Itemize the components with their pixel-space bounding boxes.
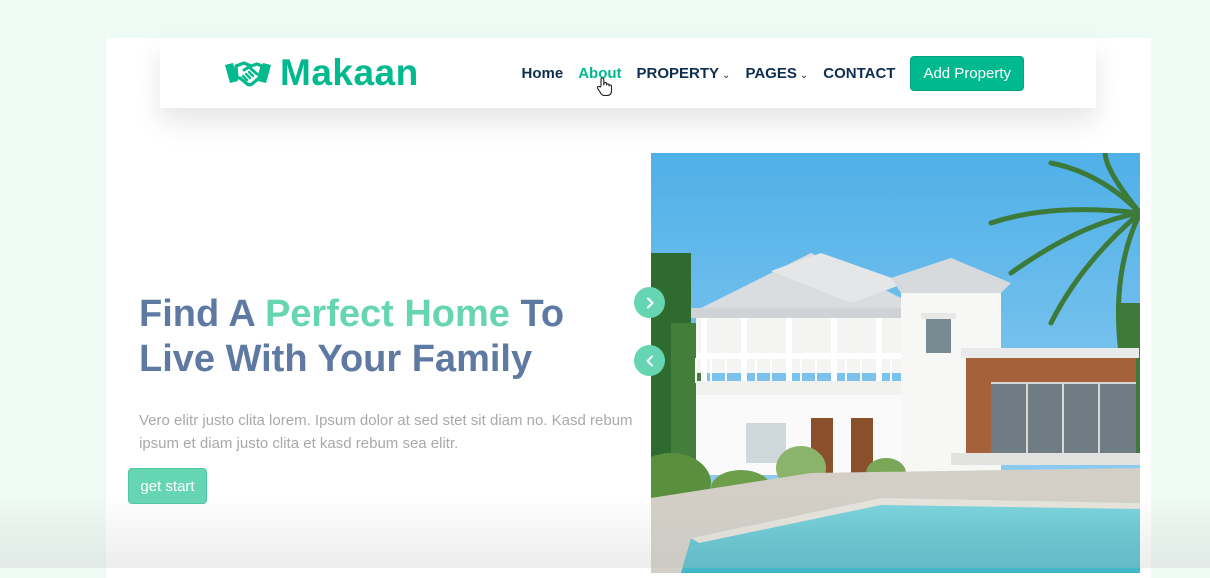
hero-title-part1: Find A — [139, 293, 265, 335]
hero-description: Vero elitr justo clita lorem. Ipsum dolo… — [139, 412, 633, 452]
chevron-down-icon: ⌄ — [722, 70, 731, 81]
brand-logo[interactable]: Makaan — [224, 52, 419, 94]
nav-property[interactable]: PROPERTY ⌄ — [637, 65, 731, 82]
hero-title-accent: Perfect Home — [264, 293, 510, 335]
hand-cursor-icon — [597, 76, 613, 96]
carousel-next-button[interactable] — [634, 287, 665, 318]
handshake-icon — [225, 61, 271, 87]
nav-home[interactable]: Home — [522, 65, 564, 82]
nav-property-label: PROPERTY — [636, 64, 720, 82]
nav-pages-label: PAGES — [745, 64, 797, 82]
hero-title: Find A Perfect Home To Live With Your Fa… — [139, 292, 639, 382]
main-nav: Home About PROPERTY ⌄ PAGES ⌄ CONTACT Ad… — [522, 38, 1024, 108]
carousel-prev-button[interactable] — [634, 345, 665, 376]
nav-contact[interactable]: CONTACT — [823, 65, 895, 82]
get-start-button[interactable]: get start — [128, 468, 207, 504]
brand-name: Makaan — [280, 52, 419, 93]
nav-pages[interactable]: PAGES ⌄ — [745, 65, 808, 82]
nav-about[interactable]: About — [578, 65, 622, 96]
chevron-right-icon — [646, 297, 653, 308]
add-property-button[interactable]: Add Property — [910, 55, 1024, 91]
navbar: Makaan Home About PROPERTY ⌄ PAGES ⌄ CON… — [160, 38, 1096, 108]
hero-house-image — [651, 153, 1140, 573]
chevron-down-icon: ⌄ — [799, 70, 809, 81]
chevron-left-icon — [646, 355, 653, 366]
